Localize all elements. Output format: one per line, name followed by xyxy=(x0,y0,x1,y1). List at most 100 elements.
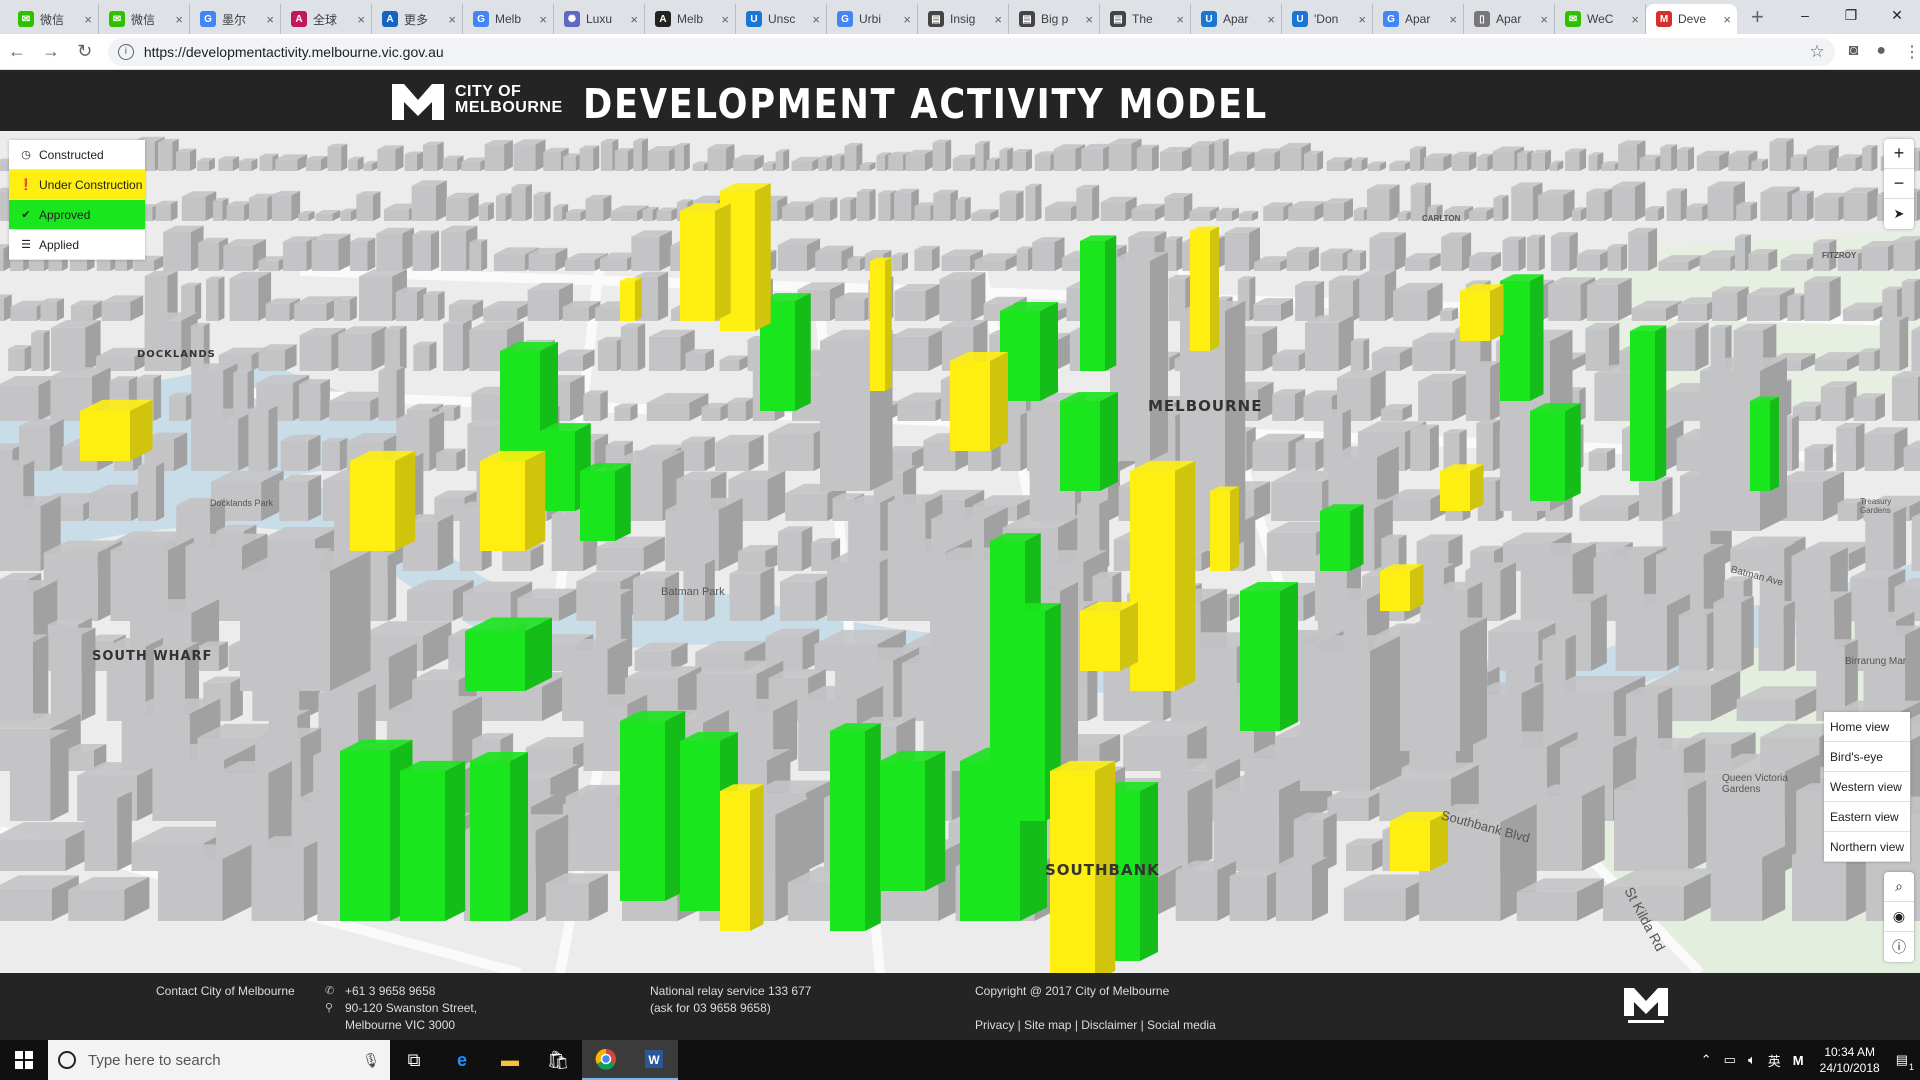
tab-close-icon[interactable]: × xyxy=(84,12,92,27)
constructed-building[interactable] xyxy=(1110,252,1168,461)
constructed-building[interactable] xyxy=(1660,144,1678,171)
under-construction-building[interactable] xyxy=(480,450,546,551)
tab-close-icon[interactable]: × xyxy=(1085,12,1093,27)
constructed-building[interactable] xyxy=(1666,188,1687,221)
volume-icon[interactable]: 🔈︎ xyxy=(1748,1052,1756,1068)
reload-icon[interactable]: ↻ xyxy=(68,41,102,62)
constructed-building[interactable] xyxy=(1665,322,1709,371)
constructed-building[interactable] xyxy=(777,526,813,571)
constructed-building[interactable] xyxy=(0,294,12,321)
constructed-building[interactable] xyxy=(1100,196,1137,221)
constructed-building[interactable] xyxy=(517,588,578,621)
word-icon[interactable]: W xyxy=(630,1040,678,1080)
constructed-building[interactable] xyxy=(647,146,679,171)
constructed-building[interactable] xyxy=(1400,617,1487,752)
browser-tab[interactable]: G Urbi × xyxy=(827,4,918,34)
approved-building[interactable] xyxy=(880,750,946,891)
constructed-building[interactable] xyxy=(368,551,397,621)
task-view-icon[interactable]: ⧉ xyxy=(390,1040,438,1080)
constructed-building[interactable] xyxy=(1493,195,1509,221)
constructed-building[interactable] xyxy=(322,437,348,471)
constructed-building[interactable] xyxy=(1865,506,1907,571)
constructed-building[interactable] xyxy=(442,155,464,171)
constructed-building[interactable] xyxy=(1891,371,1920,421)
constructed-building[interactable] xyxy=(384,325,407,371)
constructed-building[interactable] xyxy=(1424,153,1452,171)
constructed-building[interactable] xyxy=(157,844,252,921)
constructed-building[interactable] xyxy=(1806,145,1839,171)
approved-building[interactable] xyxy=(1240,582,1298,731)
constructed-building[interactable] xyxy=(1864,427,1908,471)
browser-tab[interactable]: U 'Don × xyxy=(1282,4,1373,34)
tab-close-icon[interactable]: × xyxy=(903,12,911,27)
legend-approved[interactable]: ✔ Approved xyxy=(9,200,145,230)
constructed-building[interactable] xyxy=(1638,476,1673,521)
browser-tab[interactable]: G 墨尔 × xyxy=(190,4,281,34)
constructed-building[interactable] xyxy=(565,209,588,221)
constructed-building[interactable] xyxy=(340,208,357,221)
tab-close-icon[interactable]: × xyxy=(1631,12,1639,27)
browser-tab[interactable]: ▤ The × xyxy=(1100,4,1191,34)
search-icon[interactable]: ⌕ xyxy=(1884,872,1914,902)
under-construction-building[interactable] xyxy=(1080,602,1138,671)
under-construction-building[interactable] xyxy=(1190,226,1219,352)
constructed-building[interactable] xyxy=(1477,153,1494,171)
constructed-building[interactable] xyxy=(986,157,1001,171)
info-icon[interactable]: ⓘ xyxy=(1884,932,1914,962)
constructed-building[interactable] xyxy=(780,573,832,621)
constructed-building[interactable] xyxy=(952,154,979,171)
constructed-building[interactable] xyxy=(840,196,857,221)
tab-close-icon[interactable]: × xyxy=(1358,12,1366,27)
constructed-building[interactable] xyxy=(1517,150,1534,171)
constructed-building[interactable] xyxy=(1465,361,1501,421)
northern-view-button[interactable]: Northern view xyxy=(1824,832,1910,862)
constructed-building[interactable] xyxy=(333,296,357,321)
constructed-building[interactable] xyxy=(1612,181,1646,221)
chevron-up-icon[interactable]: ⌃ xyxy=(1701,1052,1712,1068)
constructed-building[interactable] xyxy=(856,188,876,221)
constructed-building[interactable] xyxy=(1804,276,1841,321)
constructed-building[interactable] xyxy=(469,239,488,271)
under-construction-building[interactable] xyxy=(80,399,153,461)
constructed-building[interactable] xyxy=(1678,608,1720,671)
constructed-building[interactable] xyxy=(563,153,582,171)
approved-building[interactable] xyxy=(400,760,466,921)
footer-links[interactable]: Privacy | Site map | Disclaimer | Social… xyxy=(975,1017,1216,1034)
constructed-building[interactable] xyxy=(1076,184,1100,221)
constructed-building[interactable] xyxy=(8,345,32,371)
constructed-building[interactable] xyxy=(443,319,472,371)
constructed-building[interactable] xyxy=(775,149,790,171)
constructed-building[interactable] xyxy=(1628,227,1658,271)
approved-building[interactable] xyxy=(1320,504,1364,571)
constructed-building[interactable] xyxy=(1108,138,1142,171)
under-construction-building[interactable] xyxy=(720,784,764,931)
constructed-building[interactable] xyxy=(1286,246,1319,271)
constructed-building[interactable] xyxy=(423,291,445,321)
constructed-building[interactable] xyxy=(197,157,215,171)
constructed-building[interactable] xyxy=(1328,275,1364,321)
browser-tab[interactable]: G Melb × xyxy=(463,4,554,34)
constructed-building[interactable] xyxy=(1053,144,1086,171)
constructed-building[interactable] xyxy=(1175,860,1236,921)
constructed-building[interactable] xyxy=(299,379,330,421)
constructed-building[interactable] xyxy=(685,349,714,371)
constructed-building[interactable] xyxy=(240,550,371,691)
browser-tab[interactable]: ▯ Apar × xyxy=(1464,4,1555,34)
constructed-building[interactable] xyxy=(1300,635,1402,791)
constructed-building[interactable] xyxy=(1164,192,1193,221)
city-of-melbourne-logo[interactable] xyxy=(390,80,446,122)
constructed-building[interactable] xyxy=(905,149,934,171)
constructed-building[interactable] xyxy=(583,390,608,421)
constructed-building[interactable] xyxy=(495,193,512,221)
browser-tab[interactable]: G Apar × xyxy=(1373,4,1464,34)
constructed-building[interactable] xyxy=(1012,149,1032,171)
constructed-building[interactable] xyxy=(50,627,96,721)
constructed-building[interactable] xyxy=(348,156,364,171)
constructed-building[interactable] xyxy=(579,145,600,171)
constructed-building[interactable] xyxy=(818,155,833,171)
constructed-building[interactable] xyxy=(656,207,678,221)
approved-building[interactable] xyxy=(1530,403,1581,501)
under-construction-building[interactable] xyxy=(1460,284,1504,341)
close-window-icon[interactable]: ✕ xyxy=(1874,0,1920,30)
constructed-building[interactable] xyxy=(218,156,240,171)
